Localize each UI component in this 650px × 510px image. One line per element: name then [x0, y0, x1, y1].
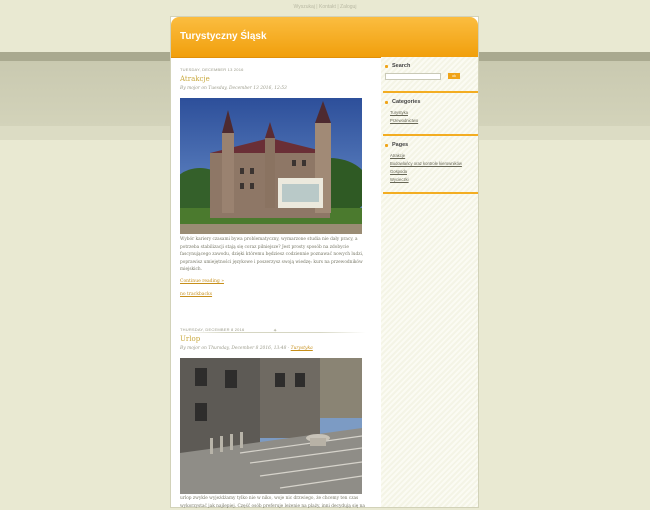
search-button[interactable]: ok	[448, 72, 460, 79]
category-link[interactable]: Turystyka	[291, 346, 313, 351]
widget-title: Pages	[392, 142, 409, 148]
list-item: Turystyka	[390, 109, 418, 117]
categories-widget: Categories Turystyka Przewodnictwo	[385, 99, 475, 129]
post-meta: By mojor on Tuesday, December 13 2016, 1…	[180, 86, 287, 91]
page-container: Turystyczny Śląsk Tuesday, December 13 2…	[171, 17, 478, 509]
widget-title: Categories	[392, 99, 421, 105]
post-body: urlop zwykle wyjeżdżamy tylko nie w niko…	[180, 496, 365, 509]
category-link[interactable]: Przewodnictwo	[390, 118, 418, 123]
continue-reading-link[interactable]: Continue reading »	[180, 279, 224, 284]
page-link[interactable]: Budowlańcy oraz kontrole kierowników	[390, 161, 462, 166]
list-item: Przewodnictwo	[390, 117, 418, 125]
bullet-icon	[385, 65, 388, 68]
post-meta: By mojor on Thursday, December 8 2016, 1…	[180, 346, 313, 351]
list-item: Gospoda	[390, 168, 462, 176]
page-link[interactable]: Gospoda	[390, 169, 407, 174]
post-meta-text: By mojor on Thursday, December 8 2016, 1…	[180, 346, 290, 351]
top-link-contact[interactable]: Kontakt	[319, 4, 336, 10]
page-link[interactable]: Atrakcje	[390, 153, 405, 158]
post-body: Wybór kariery czasami bywa problematyczn…	[180, 237, 364, 273]
top-link-search[interactable]: Wyszukaj	[294, 4, 315, 10]
bullet-icon	[385, 101, 388, 104]
blog-header: Turystyczny Śląsk	[171, 17, 478, 58]
search-input[interactable]	[385, 73, 441, 80]
castle-terrace-photo	[180, 358, 362, 494]
post-title[interactable]: Atrakcje	[180, 75, 210, 83]
top-link-separator: |	[316, 4, 318, 10]
blog-post: Tuesday, December 13 2016 Atrakcje By mo…	[180, 67, 365, 297]
top-links: Wyszukaj | Kontakt | Zaloguj	[0, 0, 650, 14]
bullet-icon	[385, 144, 388, 147]
post-date: Tuesday, December 13 2016	[180, 67, 244, 72]
top-link-login[interactable]: Zaloguj	[340, 4, 356, 10]
widget-separator	[383, 134, 478, 136]
list-item: Budowlańcy oraz kontrole kierowników	[390, 160, 462, 168]
trackbacks-link[interactable]: no trackbacks	[180, 292, 212, 297]
widget-title: Search	[392, 63, 411, 69]
pages-widget: Pages Atrakcje Budowlańcy oraz kontrole …	[385, 142, 475, 192]
page-link[interactable]: Wycieczki	[390, 177, 409, 182]
category-link[interactable]: Turystyka	[390, 110, 408, 115]
list-item: Atrakcje	[390, 152, 462, 160]
list-item: Wycieczki	[390, 176, 462, 184]
search-widget: Search ok	[385, 63, 475, 83]
top-link-separator: |	[337, 4, 339, 10]
pages-list: Atrakcje Budowlańcy oraz kontrole kierow…	[390, 152, 462, 184]
divider-ornament-icon: ✦	[273, 328, 278, 334]
widget-separator	[383, 91, 478, 93]
post-title[interactable]: Urlop	[180, 335, 200, 343]
categories-list: Turystyka Przewodnictwo	[390, 109, 418, 125]
widget-separator	[383, 192, 478, 194]
castle-photo	[180, 98, 362, 234]
blog-title[interactable]: Turystyczny Śląsk	[180, 31, 267, 42]
